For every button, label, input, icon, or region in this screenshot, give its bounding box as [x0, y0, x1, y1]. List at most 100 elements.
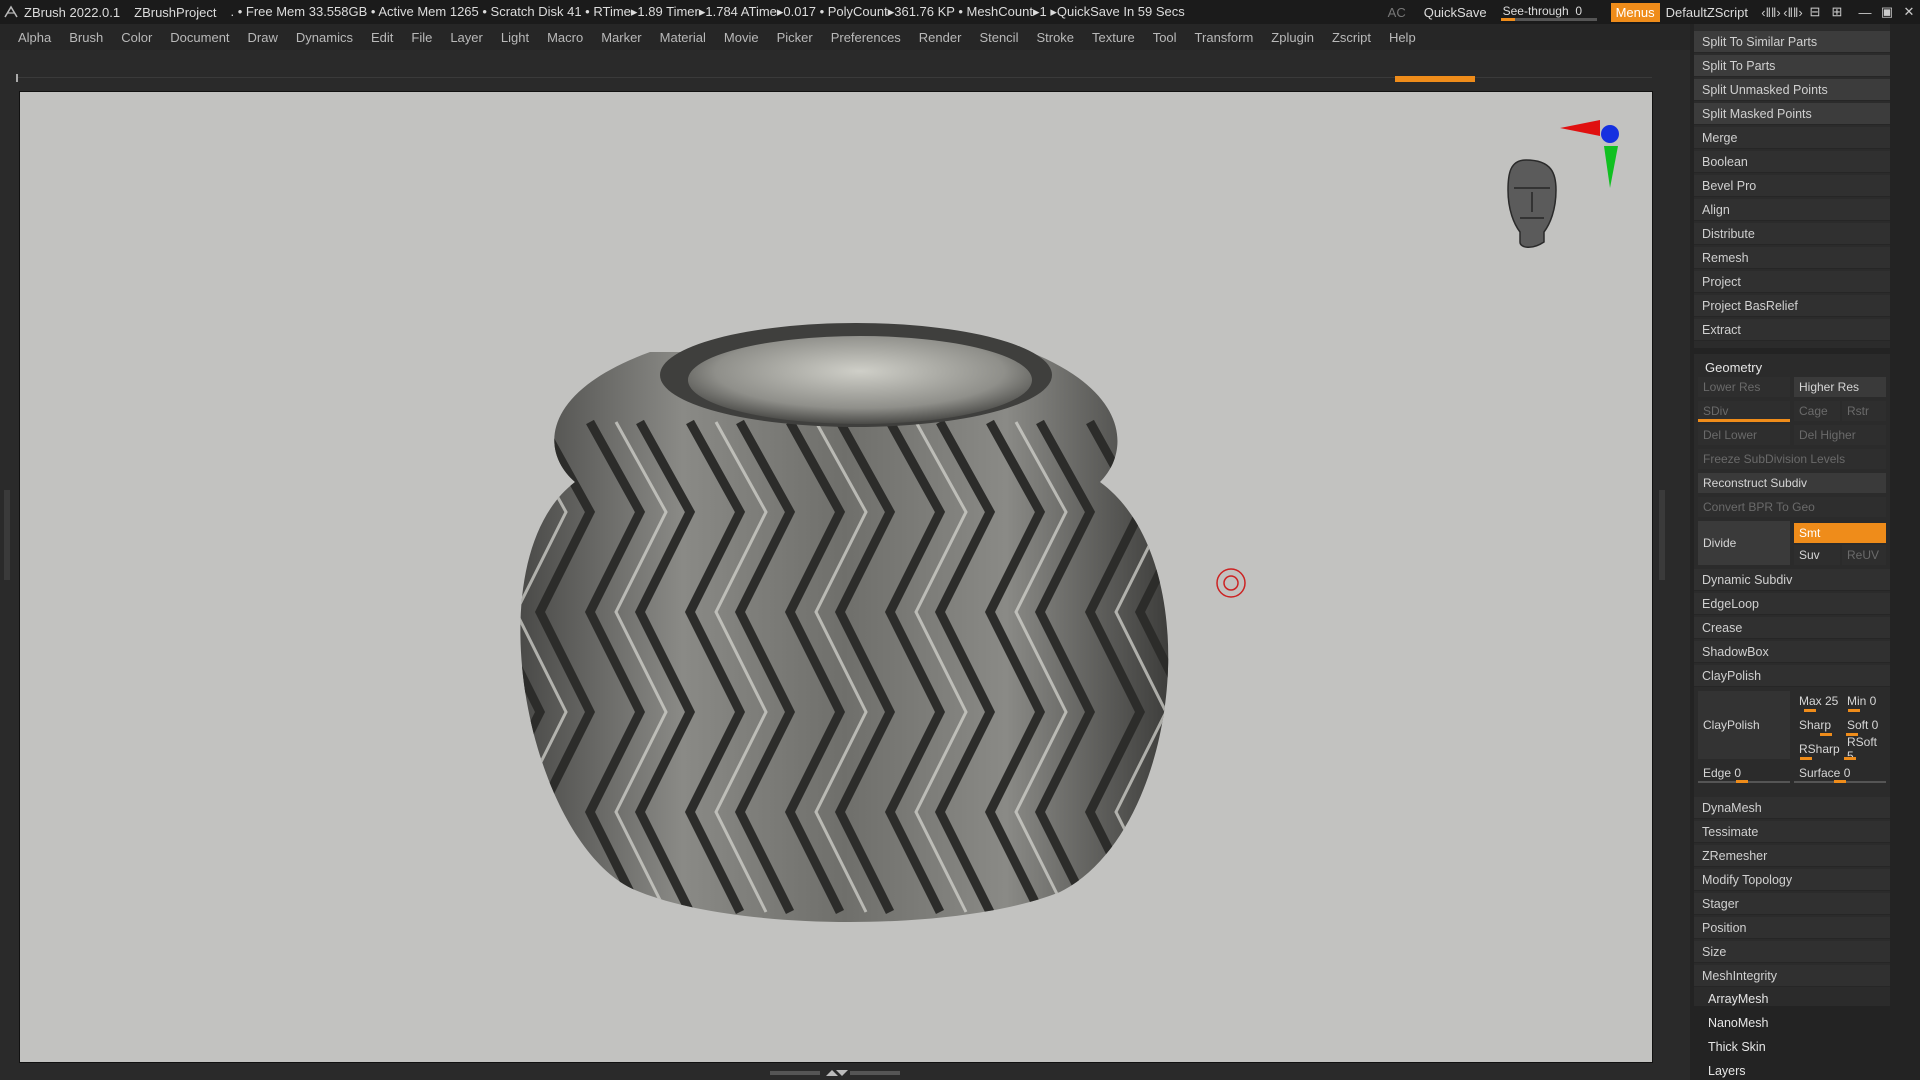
claypolish-max-slider[interactable]: Max 25: [1794, 691, 1842, 711]
zremesher-section[interactable]: ZRemesher: [1694, 845, 1890, 867]
palette-float-icon[interactable]: ⊞: [1826, 0, 1848, 24]
divide-button[interactable]: Divide: [1698, 521, 1790, 565]
menu-color[interactable]: Color: [112, 30, 161, 45]
menu-render[interactable]: Render: [910, 30, 971, 45]
layout-right-icon[interactable]: ‹‖‖›: [1782, 0, 1804, 24]
project-section[interactable]: Project: [1694, 271, 1890, 293]
menu-file[interactable]: File: [402, 30, 441, 45]
menus-toggle-button[interactable]: Menus: [1610, 2, 1660, 22]
navigation-gizmo[interactable]: [1507, 120, 1619, 248]
minimize-icon[interactable]: ―: [1854, 0, 1876, 24]
arraymesh-section[interactable]: ArrayMesh: [1708, 992, 1768, 1006]
claypolish-button[interactable]: ClayPolish: [1698, 691, 1790, 759]
merge-section[interactable]: Merge: [1694, 127, 1890, 149]
menu-brush[interactable]: Brush: [60, 30, 112, 45]
claypolish-sharp-slider[interactable]: Sharp: [1794, 715, 1842, 735]
menu-dynamics[interactable]: Dynamics: [287, 30, 362, 45]
ac-label[interactable]: AC: [1388, 5, 1406, 20]
align-section[interactable]: Align: [1694, 199, 1890, 221]
dynamic-subdiv-section[interactable]: Dynamic Subdiv: [1694, 569, 1890, 591]
stager-section[interactable]: Stager: [1694, 893, 1890, 915]
tessimate-section[interactable]: Tessimate: [1694, 821, 1890, 843]
menu-draw[interactable]: Draw: [239, 30, 287, 45]
size-section[interactable]: Size: [1694, 941, 1890, 963]
distribute-section[interactable]: Distribute: [1694, 223, 1890, 245]
menu-zplugin[interactable]: Zplugin: [1262, 30, 1323, 45]
claypolish-soft-slider[interactable]: Soft 0: [1842, 715, 1886, 735]
shelf-active-indicator[interactable]: [1395, 76, 1475, 82]
quicksave-button[interactable]: QuickSave: [1424, 5, 1487, 20]
menu-light[interactable]: Light: [492, 30, 538, 45]
menu-picker[interactable]: Picker: [768, 30, 822, 45]
cage-button[interactable]: Cage: [1794, 401, 1840, 421]
menu-material[interactable]: Material: [651, 30, 715, 45]
menu-texture[interactable]: Texture: [1083, 30, 1144, 45]
lower-res-button[interactable]: Lower Res: [1698, 377, 1790, 397]
remesh-section[interactable]: Remesh: [1694, 247, 1890, 269]
claypolish-min-slider[interactable]: Min 0: [1842, 691, 1886, 711]
modify-topology-section[interactable]: Modify Topology: [1694, 869, 1890, 891]
split-similar-parts-button[interactable]: Split To Similar Parts: [1694, 31, 1890, 53]
sdiv-slider[interactable]: SDiv: [1698, 401, 1790, 421]
position-section[interactable]: Position: [1694, 917, 1890, 939]
see-through-slider[interactable]: See-through 0: [1500, 3, 1597, 21]
menu-document[interactable]: Document: [161, 30, 238, 45]
reuv-button[interactable]: ReUV: [1842, 545, 1886, 565]
thick-skin-section[interactable]: Thick Skin: [1708, 1040, 1766, 1054]
boolean-section[interactable]: Boolean: [1694, 151, 1890, 173]
project-basrelief-section[interactable]: Project BasRelief: [1694, 295, 1890, 317]
reconstruct-subdiv-button[interactable]: Reconstruct Subdiv: [1698, 473, 1886, 493]
see-through-knob[interactable]: [1500, 18, 1515, 21]
menu-edit[interactable]: Edit: [362, 30, 402, 45]
split-unmasked-points-button[interactable]: Split Unmasked Points: [1694, 79, 1890, 101]
extract-section[interactable]: Extract: [1694, 319, 1890, 341]
convert-bpr-button[interactable]: Convert BPR To Geo: [1698, 497, 1886, 517]
shelf-tick: [16, 74, 18, 82]
default-zscript-button[interactable]: DefaultZScript: [1666, 5, 1748, 20]
del-higher-button[interactable]: Del Higher: [1794, 425, 1886, 445]
del-lower-button[interactable]: Del Lower: [1698, 425, 1790, 445]
menu-macro[interactable]: Macro: [538, 30, 592, 45]
edgeloop-section[interactable]: EdgeLoop: [1694, 593, 1890, 615]
menu-help[interactable]: Help: [1380, 30, 1425, 45]
menu-movie[interactable]: Movie: [715, 30, 768, 45]
left-tray-handle[interactable]: [4, 490, 10, 580]
smt-toggle[interactable]: Smt: [1794, 523, 1886, 543]
palette-dock-icon[interactable]: ⊟: [1804, 0, 1826, 24]
menu-stencil[interactable]: Stencil: [970, 30, 1027, 45]
close-icon[interactable]: ✕: [1898, 0, 1920, 24]
bevel-pro-section[interactable]: Bevel Pro: [1694, 175, 1890, 197]
layout-left-icon[interactable]: ‹‖‖›: [1760, 0, 1782, 24]
higher-res-button[interactable]: Higher Res: [1794, 377, 1886, 397]
menu-tool[interactable]: Tool: [1144, 30, 1186, 45]
menu-preferences[interactable]: Preferences: [822, 30, 910, 45]
right-tray-handle[interactable]: [1659, 490, 1665, 580]
nanomesh-section[interactable]: NanoMesh: [1708, 1016, 1768, 1030]
canvas-viewport[interactable]: [19, 91, 1653, 1063]
split-to-parts-button[interactable]: Split To Parts: [1694, 55, 1890, 77]
menu-layer[interactable]: Layer: [441, 30, 492, 45]
vase-mesh[interactable]: [20, 92, 1652, 1062]
menu-marker[interactable]: Marker: [592, 30, 650, 45]
crease-section[interactable]: Crease: [1694, 617, 1890, 639]
claypolish-rsoft-slider[interactable]: RSoft 5: [1842, 735, 1886, 763]
rstr-button[interactable]: Rstr: [1842, 401, 1886, 421]
menu-zscript[interactable]: Zscript: [1323, 30, 1380, 45]
geometry-title[interactable]: Geometry: [1705, 360, 1762, 375]
meshintegrity-section[interactable]: MeshIntegrity: [1694, 965, 1890, 987]
sharp-slider-knob: [1820, 733, 1832, 736]
split-masked-points-button[interactable]: Split Masked Points: [1694, 103, 1890, 125]
layers-section[interactable]: Layers: [1708, 1064, 1746, 1078]
restore-icon[interactable]: ▣: [1876, 0, 1898, 24]
menu-stroke[interactable]: Stroke: [1027, 30, 1083, 45]
dynamesh-section[interactable]: DynaMesh: [1694, 797, 1890, 819]
shadowbox-section[interactable]: ShadowBox: [1694, 641, 1890, 663]
claypolish-rsharp-slider[interactable]: RSharp: [1794, 739, 1842, 759]
menu-alpha[interactable]: Alpha: [0, 30, 60, 45]
freeze-subdivision-button[interactable]: Freeze SubDivision Levels: [1698, 449, 1886, 469]
menu-transform[interactable]: Transform: [1186, 30, 1263, 45]
claypolish-section[interactable]: ClayPolish: [1694, 665, 1890, 687]
sdiv-slider-fill: [1698, 419, 1790, 422]
bottom-tray-handle[interactable]: [770, 1069, 900, 1077]
suv-toggle[interactable]: Suv: [1794, 545, 1840, 565]
